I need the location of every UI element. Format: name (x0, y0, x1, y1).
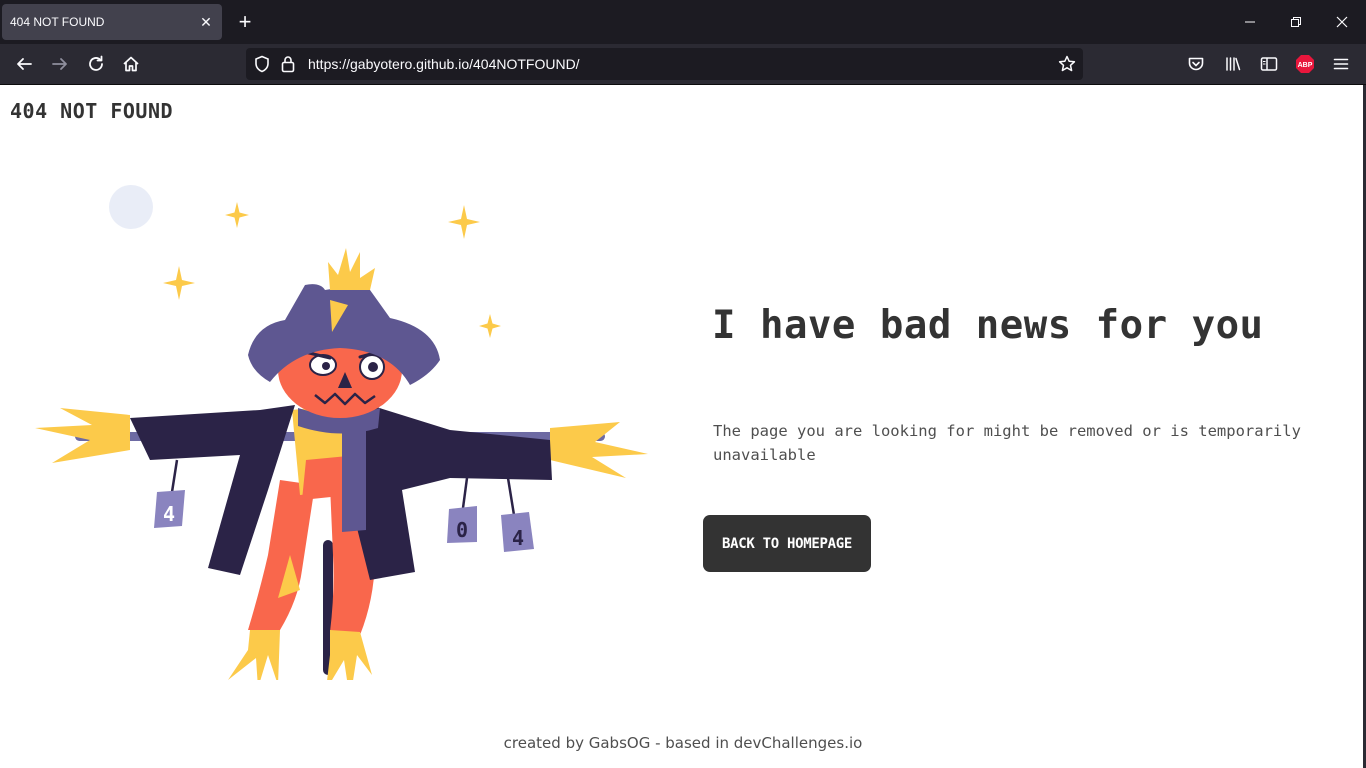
can-label-3: 4 (512, 526, 524, 550)
site-logo[interactable]: 404 NOT FOUND (10, 99, 173, 123)
svg-text:ABP: ABP (1298, 62, 1313, 69)
can-label-2: 0 (456, 518, 468, 542)
footer-credit: created by GabsOG - based in devChalleng… (503, 734, 863, 752)
browser-tab[interactable]: 404 NOT FOUND ✕ (2, 4, 222, 40)
close-tab-icon[interactable]: ✕ (192, 8, 220, 36)
new-tab-icon[interactable]: + (232, 10, 258, 36)
forward-icon[interactable] (46, 50, 74, 78)
lock-icon[interactable] (281, 55, 295, 78)
description-text: The page you are looking for might be re… (713, 422, 1301, 464)
restore-icon[interactable] (1280, 8, 1312, 36)
headline: I have bad news for you (712, 303, 1264, 348)
url-bar[interactable]: https://gabyotero.github.io/404NOTFOUND/ (246, 48, 1083, 80)
reload-icon[interactable] (82, 50, 110, 78)
sidebar-icon[interactable] (1255, 50, 1283, 78)
url-text[interactable]: https://gabyotero.github.io/404NOTFOUND/ (308, 56, 580, 72)
back-icon[interactable] (10, 50, 38, 78)
minimize-icon[interactable] (1234, 8, 1266, 36)
can-label-1: 4 (163, 502, 175, 526)
abp-icon[interactable]: ABP (1291, 50, 1319, 78)
back-to-homepage-button[interactable]: BACK TO HOMEPAGE (703, 515, 871, 572)
moon-shape (109, 185, 153, 229)
navigation-bar: https://gabyotero.github.io/404NOTFOUND/… (0, 44, 1366, 85)
shield-icon[interactable] (254, 55, 270, 78)
close-window-icon[interactable] (1326, 8, 1358, 36)
scarecrow-illustration: 4 0 4 (35, 185, 648, 680)
star-icon[interactable] (1058, 55, 1076, 78)
tab-title: 404 NOT FOUND (10, 15, 105, 29)
home-icon[interactable] (117, 50, 145, 78)
page-content: 404 NOT FOUND 4 0 4 I have bad news for … (0, 85, 1366, 768)
library-icon[interactable] (1219, 50, 1247, 78)
menu-icon[interactable] (1327, 50, 1355, 78)
pocket-icon[interactable] (1182, 50, 1210, 78)
tab-bar: 404 NOT FOUND ✕ + (0, 0, 1366, 44)
